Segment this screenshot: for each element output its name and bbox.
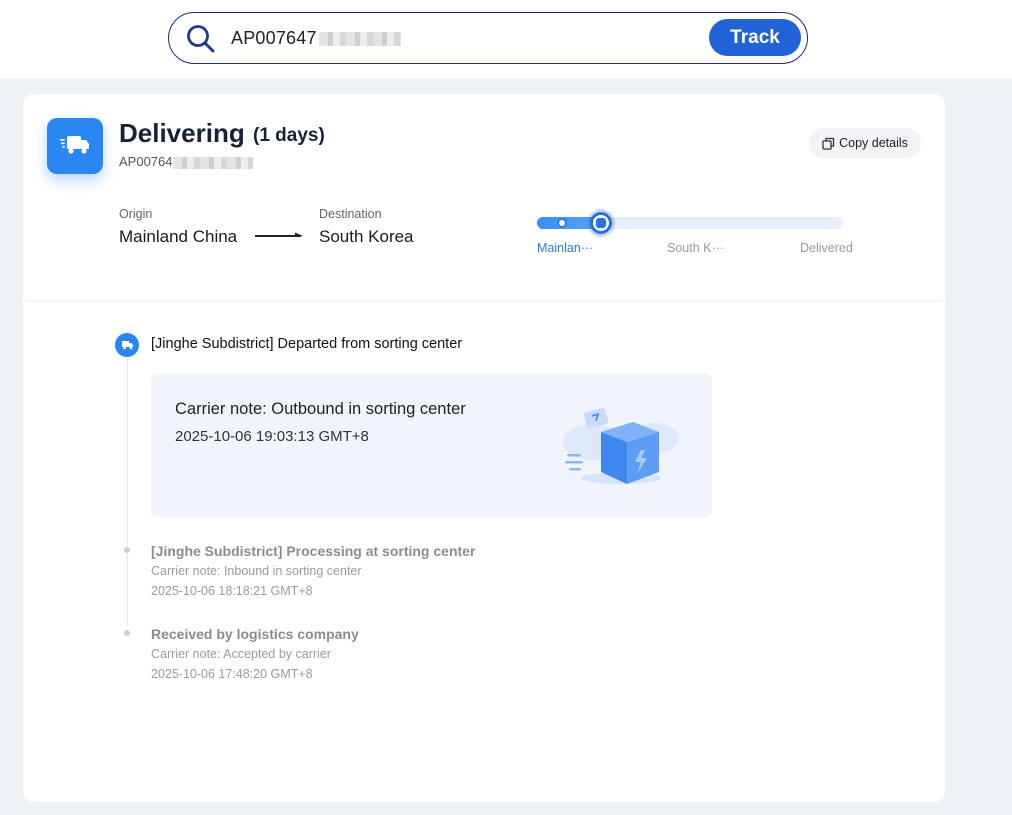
event-time: 2025-10-06 19:03:13 GMT+8 [175, 428, 369, 445]
redacted-text [172, 156, 253, 169]
latest-event-card: Carrier note: Outbound in sorting center… [151, 374, 712, 517]
destination-label: Destination [319, 207, 382, 221]
redacted-text [318, 32, 401, 47]
arrow-right-icon [255, 232, 303, 237]
copy-details-button[interactable]: Copy details [809, 128, 921, 158]
event-title: [Jinghe Subdistrict] Processing at sorti… [151, 543, 476, 559]
event-time: 2025-10-06 18:18:21 GMT+8 [151, 584, 313, 598]
progress-current-marker [590, 212, 612, 234]
tracking-number-value: AP00764 [119, 154, 173, 169]
event-note: Carrier note: Inbound in sorting center [151, 564, 362, 578]
timeline-line [127, 356, 128, 626]
truck-icon [115, 333, 139, 357]
status-days: (1 days) [253, 125, 325, 146]
timeline-dot [124, 630, 130, 636]
search-input[interactable]: AP007647 [231, 28, 401, 49]
event-title: [Jinghe Subdistrict] Departed from sorti… [151, 336, 463, 352]
progress-step-destination: South K··· [667, 241, 724, 255]
tracking-number: AP00764 [119, 154, 253, 169]
timeline-dot [124, 547, 130, 553]
event-title: Received by logistics company [151, 626, 359, 642]
copy-details-label: Copy details [839, 136, 908, 150]
origin-label: Origin [119, 207, 153, 221]
shipment-card: Delivering (1 days) AP00764 Copy details… [23, 94, 945, 802]
top-bar: AP007647 Track [0, 0, 1012, 78]
event-note: Carrier note: Accepted by carrier [151, 647, 331, 661]
event-time: 2025-10-06 17:48:20 GMT+8 [151, 667, 313, 681]
progress-step-delivered: Delivered [800, 241, 853, 255]
progress-step-origin: Mainlan··· [537, 241, 594, 255]
search-input-value: AP007647 [231, 28, 317, 48]
search-icon[interactable] [185, 23, 217, 55]
track-button[interactable]: Track [709, 19, 801, 56]
search-bar[interactable]: AP007647 Track [168, 12, 808, 64]
event-note: Carrier note: Outbound in sorting center [175, 400, 466, 418]
progress-origin-marker [557, 218, 567, 228]
status-title: Delivering [119, 118, 245, 148]
origin-value: Mainland China [119, 227, 238, 246]
shipment-summary: Delivering (1 days) AP00764 Copy details… [23, 94, 945, 301]
package-box-icon [563, 408, 679, 484]
copy-icon [822, 137, 835, 150]
destination-value: South Korea [319, 227, 414, 246]
delivery-truck-icon [47, 118, 103, 174]
